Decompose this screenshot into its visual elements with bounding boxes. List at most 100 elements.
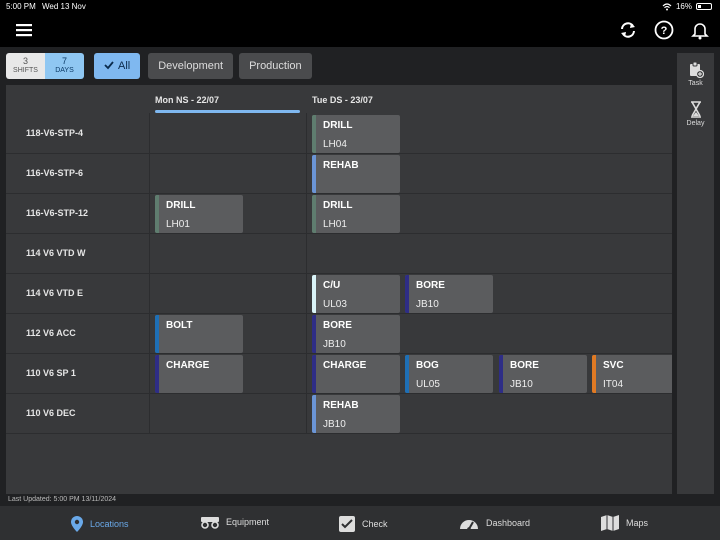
days-label: DAYS: [55, 67, 74, 74]
task-equipment-code: JB10: [323, 339, 346, 350]
tab-dashboard[interactable]: Dashboard: [458, 515, 530, 531]
task-card[interactable]: SVC IT04: [592, 355, 672, 393]
task-card[interactable]: BORE JB10: [499, 355, 587, 393]
tab-equipment-label: Equipment: [226, 517, 270, 527]
tab-check-label: Check: [362, 519, 388, 529]
task-status-bar: [405, 275, 409, 313]
task-status-bar: [312, 115, 316, 153]
task-card[interactable]: BORE JB10: [405, 275, 493, 313]
wifi-icon: [662, 2, 672, 10]
range-segmented-control: 3 SHIFTS 7 DAYS: [6, 53, 84, 79]
task-title: REHAB: [323, 400, 359, 411]
days-segment[interactable]: 7 DAYS: [45, 53, 84, 79]
location-pin-icon: [71, 516, 83, 532]
task-card[interactable]: CHARGE: [155, 355, 243, 393]
task-title: CHARGE: [166, 360, 210, 371]
filter-all-label: All: [118, 60, 131, 72]
task-equipment-code: UL03: [323, 299, 347, 310]
task-status-bar: [155, 315, 159, 353]
task-card[interactable]: REHAB JB10: [312, 395, 400, 433]
main-area: 3 SHIFTS 7 DAYS All Development Producti…: [0, 47, 720, 506]
day-header-tue: Tue DS - 23/07: [312, 95, 373, 105]
task-title: SVC: [603, 360, 624, 371]
task-card[interactable]: CHARGE: [312, 355, 400, 393]
task-title: REHAB: [323, 160, 359, 171]
truck-icon: [201, 517, 219, 529]
task-title: BOLT: [166, 320, 193, 331]
day-selected-indicator: [155, 110, 300, 113]
task-status-bar: [312, 155, 316, 193]
task-title: DRILL: [166, 200, 196, 211]
menu-icon[interactable]: [14, 20, 34, 40]
task-card[interactable]: BOLT: [155, 315, 243, 353]
task-equipment-code: UL05: [416, 379, 440, 390]
tab-equipment[interactable]: Equipment: [200, 515, 269, 529]
task-equipment-code: JB10: [323, 419, 346, 430]
status-time: 5:00 PM: [6, 2, 36, 11]
task-label: Task: [688, 80, 703, 87]
row-divider: [6, 193, 672, 194]
row-divider: [6, 433, 672, 434]
top-toolbar: ?: [0, 14, 720, 47]
task-title: BORE: [323, 320, 352, 331]
svg-text:?: ?: [661, 25, 668, 37]
task-title: BORE: [416, 280, 445, 291]
bell-icon[interactable]: [690, 20, 710, 40]
side-action-panel: Task Delay: [677, 53, 714, 494]
checkmark-icon: [104, 61, 114, 70]
clipboard-add-icon: [689, 61, 704, 79]
shifts-label: SHIFTS: [13, 67, 38, 74]
task-card[interactable]: DRILL LH04: [312, 115, 400, 153]
task-equipment-code: JB10: [416, 299, 439, 310]
task-status-bar: [312, 195, 316, 233]
checklist-icon: [339, 516, 355, 532]
refresh-icon[interactable]: [618, 20, 638, 40]
tab-maps[interactable]: Maps: [600, 515, 648, 531]
task-card[interactable]: REHAB: [312, 155, 400, 193]
tab-locations[interactable]: Locations: [70, 515, 129, 533]
gauge-icon: [460, 520, 478, 531]
task-card[interactable]: C/U UL03: [312, 275, 400, 313]
location-row-label: 116-V6-STP-12: [26, 208, 89, 218]
battery-percent: 16%: [675, 2, 692, 11]
task-equipment-code: LH01: [166, 219, 190, 230]
task-status-bar: [312, 355, 316, 393]
task-status-bar: [592, 355, 596, 393]
task-card[interactable]: DRILL LH01: [312, 195, 400, 233]
days-count: 7: [61, 56, 67, 66]
add-delay-button[interactable]: Delay: [677, 101, 714, 127]
location-row-label: 118-V6-STP-4: [26, 128, 84, 138]
tab-check[interactable]: Check: [338, 515, 388, 533]
task-title: BOG: [416, 360, 439, 371]
status-right: 16%: [662, 2, 712, 11]
row-divider: [6, 393, 672, 394]
task-card[interactable]: DRILL LH01: [155, 195, 243, 233]
task-status-bar: [312, 275, 316, 313]
task-status-bar: [312, 315, 316, 353]
task-equipment-code: IT04: [603, 379, 624, 390]
help-icon[interactable]: ?: [654, 20, 674, 40]
map-icon: [601, 515, 619, 531]
task-status-bar: [155, 195, 159, 233]
task-equipment-code: LH01: [323, 219, 347, 230]
day-header-mon: Mon NS - 22/07: [155, 95, 220, 105]
row-divider: [6, 353, 672, 354]
filter-bar: 3 SHIFTS 7 DAYS All Development Producti…: [6, 53, 312, 79]
filter-production-button[interactable]: Production: [239, 53, 312, 79]
task-status-bar: [155, 355, 159, 393]
filter-development-button[interactable]: Development: [148, 53, 234, 79]
shifts-segment[interactable]: 3 SHIFTS: [6, 53, 45, 79]
filter-all-button[interactable]: All: [94, 53, 141, 79]
add-task-button[interactable]: Task: [677, 61, 714, 87]
task-card[interactable]: BOG UL05: [405, 355, 493, 393]
task-status-bar: [405, 355, 409, 393]
location-row-label: 114 V6 VTD W: [26, 248, 86, 258]
row-divider: [6, 233, 672, 234]
location-row-label: 114 V6 VTD E: [26, 288, 84, 298]
delay-label: Delay: [686, 120, 705, 127]
task-card[interactable]: BORE JB10: [312, 315, 400, 353]
tab-locations-label: Locations: [90, 519, 129, 529]
task-status-bar: [312, 395, 316, 433]
location-row-label: 112 V6 ACC: [26, 328, 76, 338]
location-row-label: 116-V6-STP-6: [26, 168, 84, 178]
